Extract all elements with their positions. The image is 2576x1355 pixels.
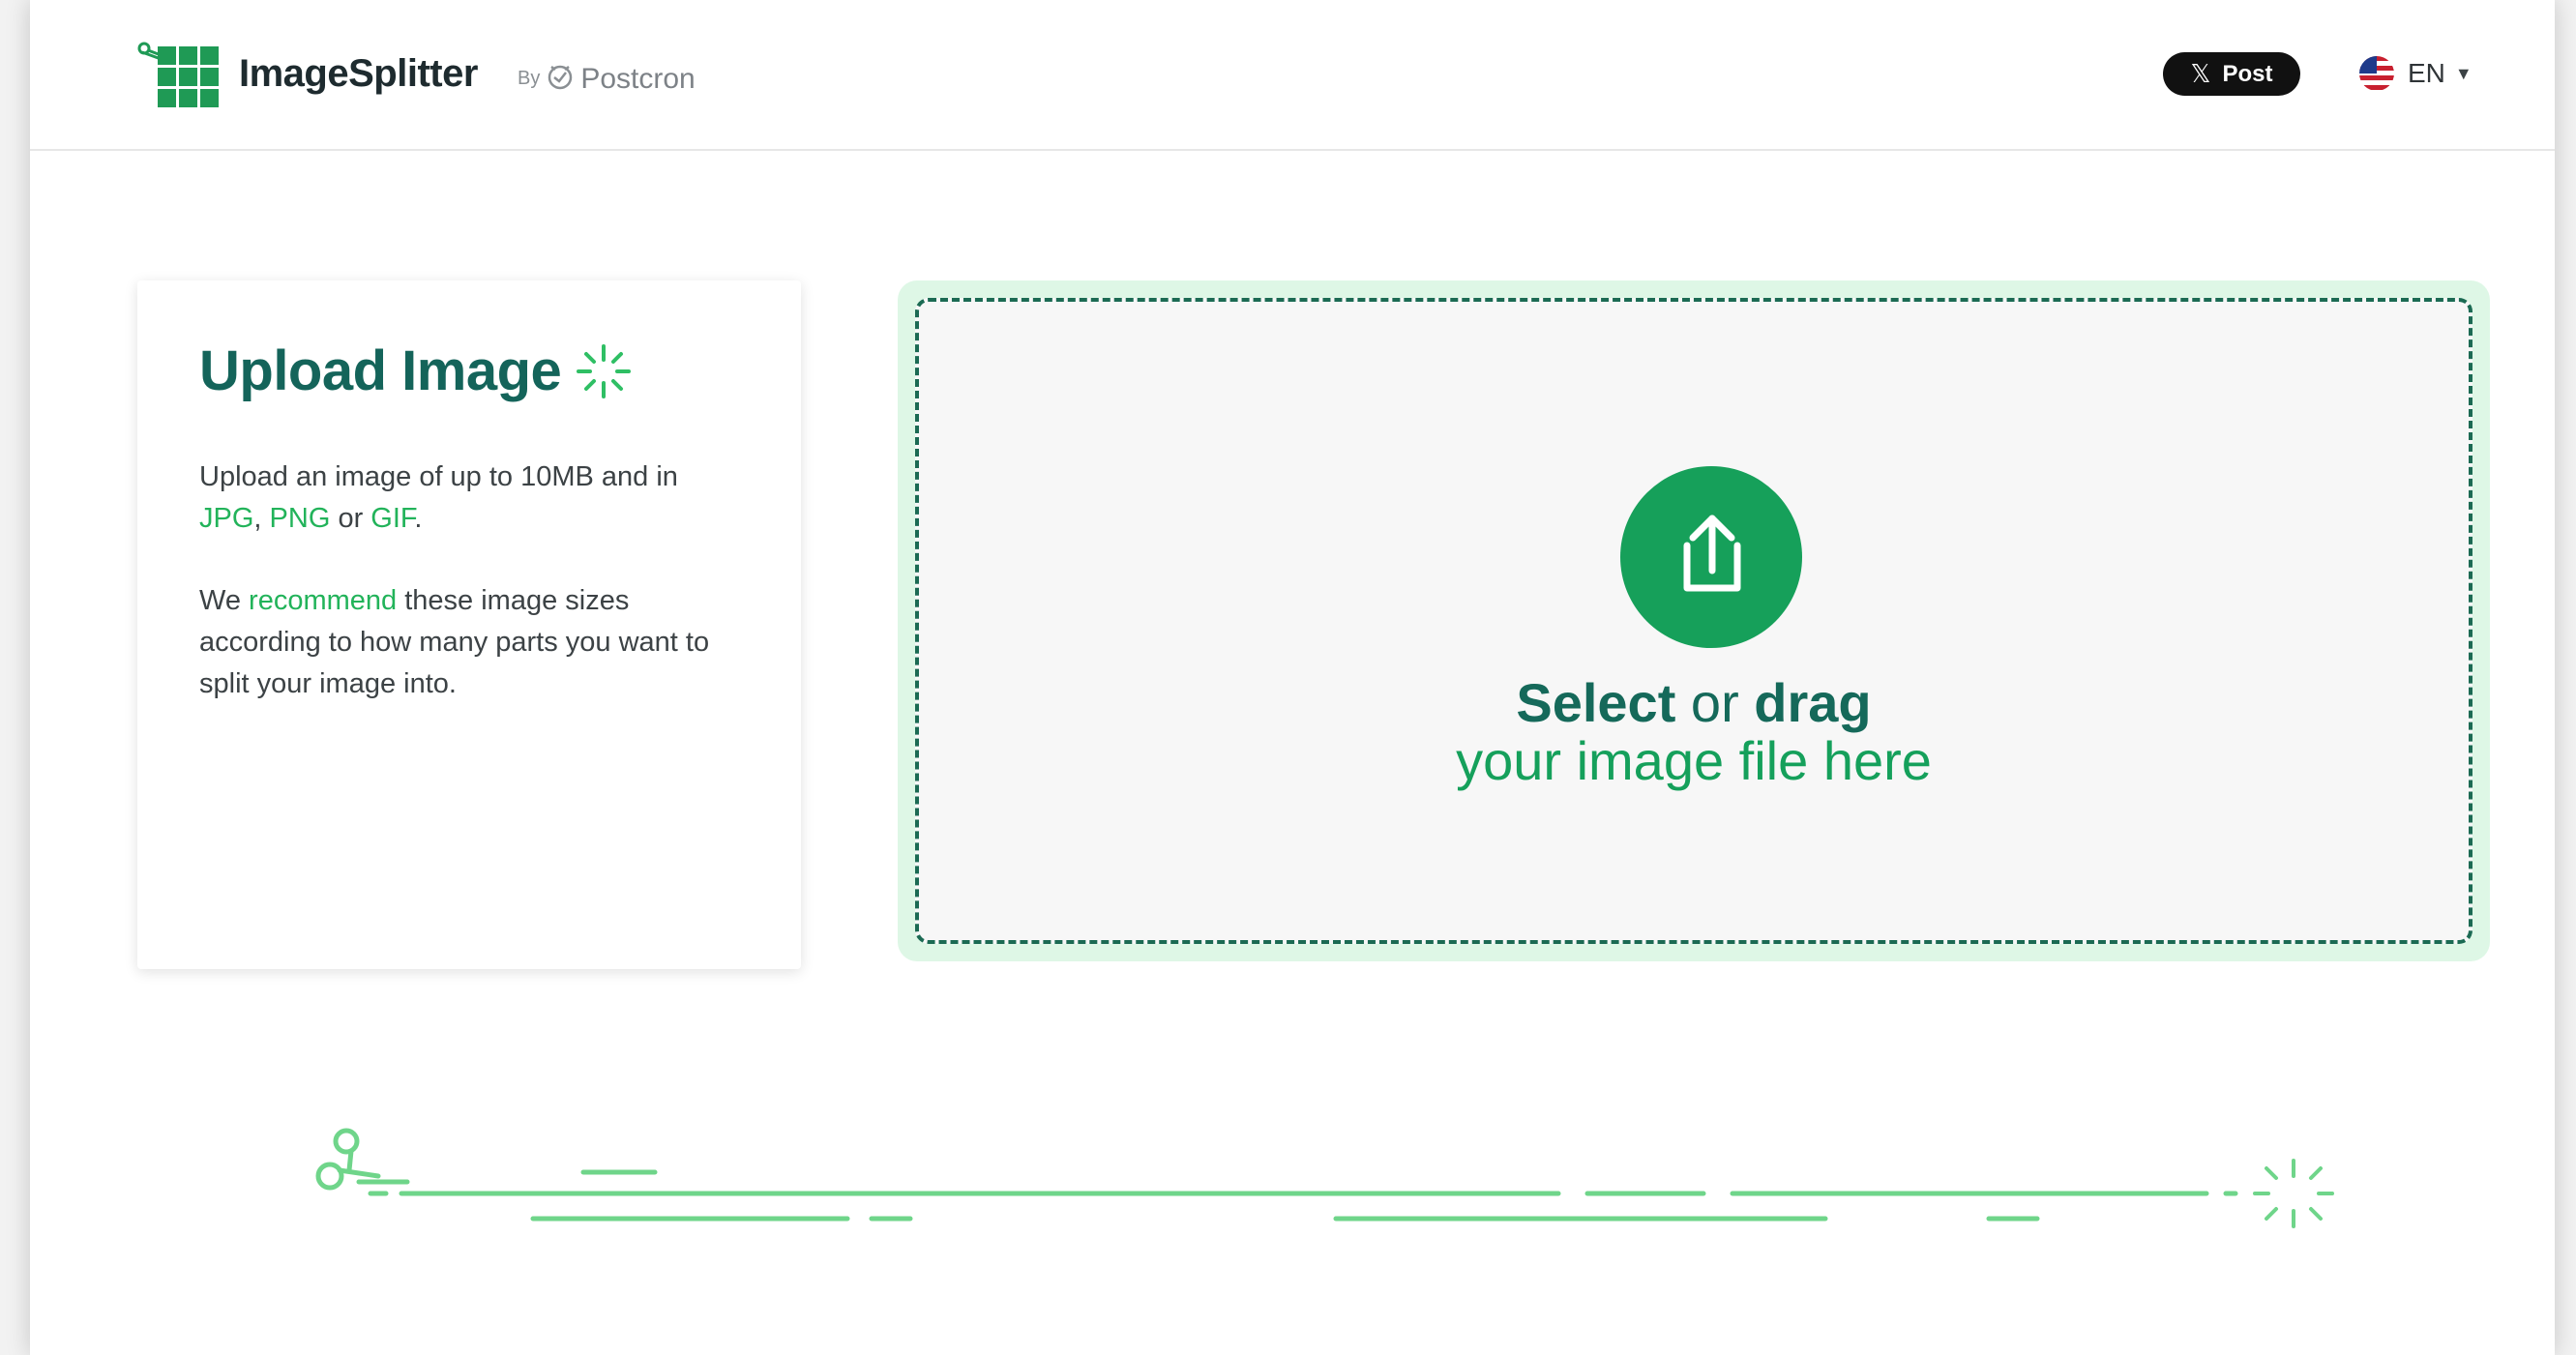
end-sparkle-icon: [2253, 1159, 2334, 1228]
recommend-link[interactable]: recommend: [249, 585, 397, 616]
caret-down-icon: ▼: [2454, 63, 2472, 83]
format-jpg: JPG: [199, 503, 254, 534]
format-gif: GIF: [370, 503, 415, 534]
or-text: or: [338, 503, 364, 534]
grid-logo-icon: [136, 39, 225, 108]
postcron-byline[interactable]: By Postcron: [518, 62, 696, 96]
by-label: By: [518, 68, 541, 89]
sparkle-icon: [575, 342, 633, 400]
we-text: We: [199, 585, 241, 616]
requirements-text: Upload an image of up to 10MB and in: [199, 461, 678, 492]
select-word: Select: [1516, 672, 1676, 733]
drag-word: drag: [1754, 672, 1872, 733]
upload-button[interactable]: [1620, 466, 1802, 648]
recommendation-text: We recommend these image sizes according…: [199, 580, 741, 705]
period: .: [414, 503, 423, 534]
dropzone-instruction: Select or drag: [919, 674, 2469, 732]
dropzone-container: Select or drag your image file here: [898, 280, 2490, 961]
format-png: PNG: [269, 503, 331, 534]
or-word: or: [1690, 672, 1739, 733]
postcron-name: Postcron: [580, 62, 696, 95]
postcron-icon: [546, 62, 575, 96]
upload-title-text: Upload Image: [199, 339, 562, 402]
upload-title: Upload Image: [199, 339, 633, 403]
scissors-cut-decoration: [30, 1112, 2555, 1257]
imagesplitter-logo[interactable]: ImageSplitter: [136, 39, 478, 108]
upload-info-card: Upload Image Upload an image of up to 10…: [137, 280, 801, 969]
upload-requirements: Upload an image of up to 10MB and in JPG…: [199, 457, 741, 540]
format-separator: ,: [253, 503, 262, 534]
app-window: ImageSplitter By Postcron 𝕏 Post EN ▼ Up…: [30, 0, 2555, 1355]
upload-icon: [1658, 507, 1764, 608]
language-code: EN: [2408, 58, 2445, 88]
top-navbar: ImageSplitter By Postcron 𝕏 Post EN ▼: [30, 0, 2555, 151]
file-dropzone[interactable]: Select or drag your image file here: [915, 298, 2472, 944]
language-selector[interactable]: EN ▼: [2359, 56, 2472, 91]
brand-name: ImageSplitter: [239, 51, 478, 95]
us-flag-icon: [2359, 56, 2394, 91]
x-post-button[interactable]: 𝕏 Post: [2163, 52, 2300, 96]
post-label: Post: [2222, 60, 2273, 87]
x-logo-icon: 𝕏: [2190, 59, 2211, 88]
dropzone-subtext: your image file here: [1456, 730, 1932, 791]
